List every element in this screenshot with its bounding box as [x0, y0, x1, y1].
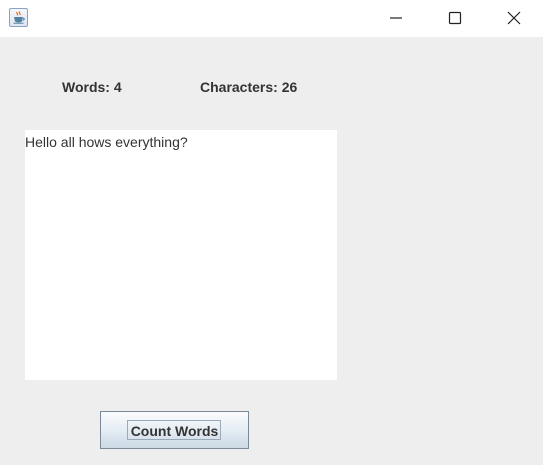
word-count-label: Words: 4 [62, 79, 122, 95]
minimize-icon [390, 17, 402, 19]
text-input-area[interactable]: Hello all hows everything? [25, 130, 337, 380]
app-window: Words: 4 Characters: 26 Hello all hows e… [0, 0, 543, 465]
minimize-button[interactable] [373, 0, 419, 37]
count-words-button[interactable]: Count Words [100, 411, 249, 449]
maximize-button[interactable] [432, 0, 478, 37]
title-bar[interactable] [0, 0, 543, 37]
java-coffee-cup-icon[interactable] [9, 8, 28, 27]
close-button[interactable] [491, 0, 537, 37]
character-count-label: Characters: 26 [200, 79, 298, 95]
maximize-icon [448, 11, 462, 25]
count-words-button-label: Count Words [130, 423, 219, 439]
close-icon [507, 11, 521, 25]
